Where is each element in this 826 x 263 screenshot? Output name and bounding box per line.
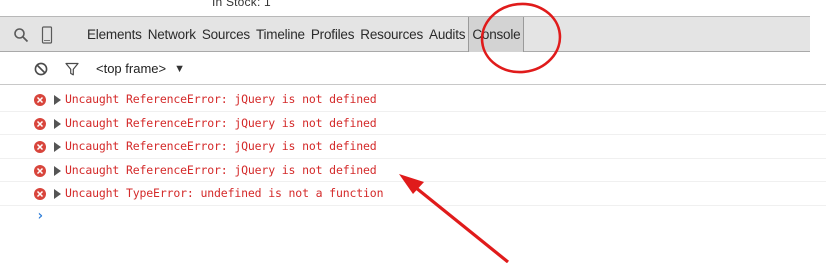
tab-profiles[interactable]: Profiles — [308, 17, 357, 52]
error-icon — [34, 94, 46, 106]
error-icon — [34, 117, 46, 130]
search-icon[interactable] — [8, 17, 34, 52]
tab-console[interactable]: Console — [468, 17, 525, 52]
frame-selector[interactable]: <top frame> ▼ — [96, 52, 185, 85]
error-icon — [34, 188, 46, 200]
devtools-tabs: Elements Network Sources Timeline Profil… — [84, 17, 525, 52]
message-text: Uncaught ReferenceError: jQuery is not d… — [65, 115, 377, 130]
message-text: Uncaught ReferenceError: jQuery is not d… — [65, 92, 377, 106]
console-error-message[interactable]: Uncaught ReferenceError: jQuery is not d… — [0, 135, 826, 159]
tab-sources[interactable]: Sources — [199, 17, 253, 52]
console-messages: Uncaught ReferenceError: jQuery is not d… — [0, 88, 826, 230]
tab-resources[interactable]: Resources — [357, 17, 426, 52]
console-prompt: › — [36, 207, 45, 224]
console-error-message[interactable]: Uncaught TypeError: undefined is not a f… — [0, 182, 826, 206]
page-content-peek: In Stock: 1 — [0, 0, 826, 16]
message-text: Uncaught ReferenceError: jQuery is not d… — [65, 162, 377, 177]
caret-down-icon: ▼ — [174, 62, 185, 75]
console-error-message[interactable]: Uncaught ReferenceError: jQuery is not d… — [0, 112, 826, 135]
console-error-message[interactable]: Uncaught ReferenceError: jQuery is not d… — [0, 159, 826, 182]
filter-icon[interactable] — [62, 52, 82, 85]
expand-triangle-icon[interactable] — [54, 142, 61, 152]
console-toolbar: <top frame> ▼ — [0, 52, 826, 85]
frame-selector-value: <top frame> — [96, 61, 167, 76]
device-mode-icon[interactable] — [36, 17, 58, 52]
console-error-message[interactable]: Uncaught ReferenceError: jQuery is not d… — [0, 88, 826, 112]
expand-triangle-icon[interactable] — [54, 118, 61, 129]
clear-console-icon[interactable] — [30, 52, 52, 85]
tab-audits[interactable]: Audits — [426, 17, 468, 52]
error-icon — [34, 164, 46, 177]
tab-timeline[interactable]: Timeline — [253, 17, 308, 52]
expand-triangle-icon[interactable] — [54, 189, 61, 199]
screenshot-stage: In Stock: 1 Elements Network Sources Tim… — [0, 0, 826, 263]
tab-elements[interactable]: Elements — [84, 17, 145, 52]
console-prompt-row[interactable]: › — [0, 206, 826, 230]
page-peek-text: In Stock: 1 — [212, 0, 271, 9]
devtools-tab-bar: Elements Network Sources Timeline Profil… — [0, 16, 810, 52]
tab-network[interactable]: Network — [145, 17, 199, 52]
message-text: Uncaught ReferenceError: jQuery is not d… — [65, 139, 377, 153]
expand-triangle-icon[interactable] — [54, 165, 61, 176]
error-icon — [34, 141, 46, 153]
message-text: Uncaught TypeError: undefined is not a f… — [65, 186, 384, 200]
expand-triangle-icon[interactable] — [54, 95, 61, 105]
